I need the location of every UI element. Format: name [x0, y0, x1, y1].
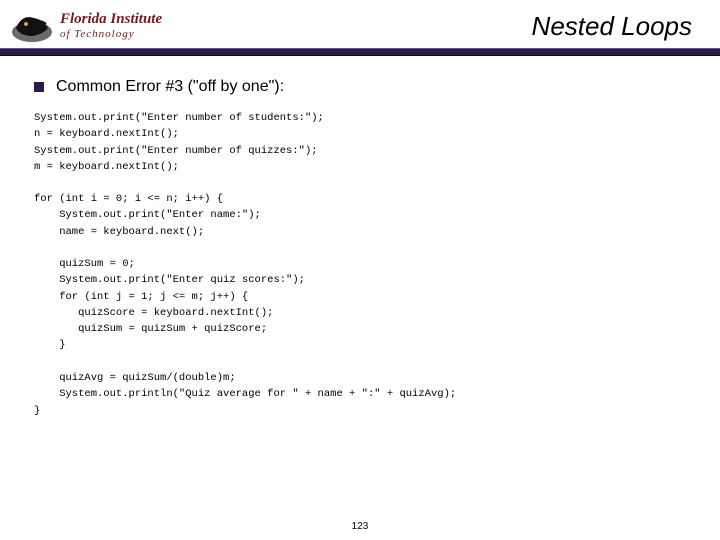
code-block-1: System.out.print("Enter number of studen… — [34, 110, 686, 175]
slide-header: Florida Institute of Technology Nested L… — [0, 0, 720, 48]
slide-content: Common Error #3 ("off by one"): System.o… — [0, 56, 720, 419]
institution-line2: of Technology — [60, 29, 162, 40]
institution-line1: Florida Institute — [60, 12, 162, 27]
bullet-row: Common Error #3 ("off by one"): — [34, 78, 686, 96]
panther-logo-icon — [10, 8, 54, 44]
logo-block: Florida Institute of Technology — [10, 8, 162, 44]
slide-title: Nested Loops — [532, 11, 692, 42]
bullet-text: Common Error #3 ("off by one"): — [56, 78, 284, 96]
code-block-2: for (int i = 0; i <= n; i++) { System.ou… — [34, 191, 686, 419]
divider-bar — [0, 48, 720, 56]
square-bullet-icon — [34, 82, 44, 92]
page-number: 123 — [0, 521, 720, 532]
institution-text: Florida Institute of Technology — [60, 12, 162, 40]
